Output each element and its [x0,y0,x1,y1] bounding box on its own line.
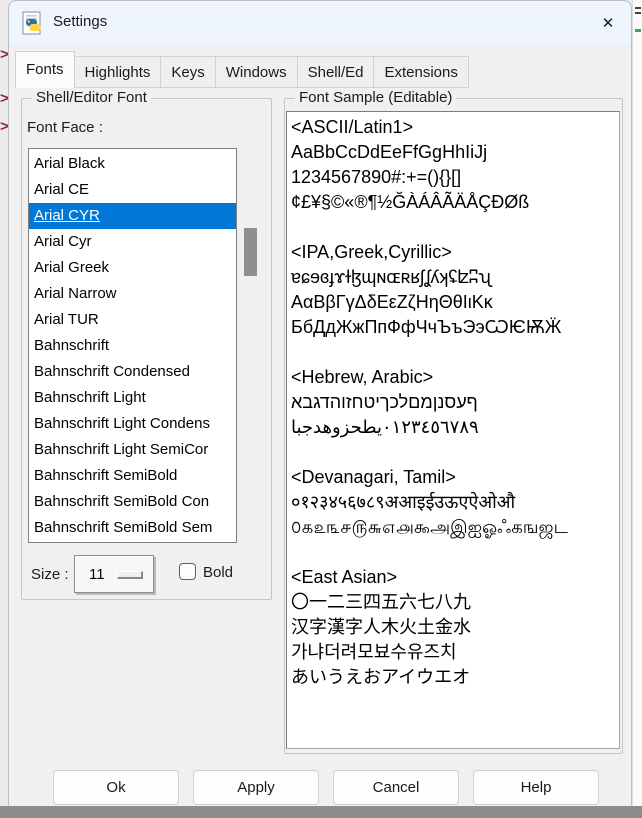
font-sample-line: אבגדהוזחטיךכלםמןנסעף [291,390,615,415]
background-right-strip [632,0,642,806]
font-sample-textbox[interactable]: <ASCII/Latin1>AaBbCcDdEeFfGgHhIiJj123456… [286,111,620,749]
background-green-mark [635,29,641,32]
font-sample-line [291,340,615,365]
python-document-icon [19,10,45,36]
font-sample-line: 汉字漢字人木火土金水 [291,615,615,640]
font-list-item[interactable]: Bahnschrift Light SemiCor [29,437,236,463]
font-list-scrollbar-thumb[interactable] [244,228,257,276]
font-list-item[interactable]: Bahnschrift Condensed [29,359,236,385]
font-sample-line: あいうえおアイウエオ [291,665,615,690]
font-list-item[interactable]: Bahnschrift Light [29,385,236,411]
window-title: Settings [53,13,107,30]
font-sample-line: 1234567890#:+=(){}[] [291,165,615,190]
font-list-item[interactable]: Arial CYR [29,203,236,229]
font-sample-line [291,440,615,465]
font-sample-line: ابجدهوزحطي٠١٢٣٤٥٦٧٨٩ [291,415,615,440]
font-sample-line: <East Asian> [291,565,615,590]
background-left-strip: >>> [0,0,8,806]
font-sample-line [291,215,615,240]
help-button[interactable]: Help [473,770,599,805]
background-bottom-strip [0,806,642,818]
font-list-item[interactable]: Bahnschrift [29,333,236,359]
dropdown-indicator-icon [117,571,143,579]
dialog-button-row: Ok Apply Cancel Help [53,770,599,805]
font-list-item[interactable]: Bahnschrift Light Condens [29,411,236,437]
settings-dialog: Settings ✕ FontsHighlightsKeysWindowsShe… [8,0,632,806]
close-button[interactable]: ✕ [591,7,625,39]
bold-checkbox[interactable] [179,563,196,580]
size-label: Size : [31,566,69,583]
font-sample-line: <Devanagari, Tamil> [291,465,615,490]
font-list-item[interactable]: Arial Narrow [29,281,236,307]
font-list-item[interactable]: Bahnschrift SemiBold [29,463,236,489]
font-list-item[interactable]: Arial TUR [29,307,236,333]
ok-button[interactable]: Ok [53,770,179,805]
font-sample-line: ௦௧௨௩௪௫௬௭௮௯அஇஐஓஃகஙஜட [291,515,615,540]
tab-highlights[interactable]: Highlights [75,56,162,88]
bold-label: Bold [203,564,233,581]
font-sample-group-title: Font Sample (Editable) [295,89,456,106]
shell-editor-font-group-title: Shell/Editor Font [32,89,151,106]
tab-extensions[interactable]: Extensions [374,56,468,88]
apply-button[interactable]: Apply [193,770,319,805]
size-value: 11 [89,566,105,583]
font-sample-line: ΑαΒβΓγΔδΕεΖζΗηΘθΙιΚκ [291,290,615,315]
tab-bar: FontsHighlightsKeysWindowsShell/EdExtens… [15,45,469,88]
tab-keys[interactable]: Keys [161,56,215,88]
titlebar: Settings ✕ [9,1,631,45]
font-sample-line: <ASCII/Latin1> [291,115,615,140]
tab-fonts[interactable]: Fonts [15,51,75,88]
font-list-item[interactable]: Arial Black [29,151,236,177]
cancel-button[interactable]: Cancel [333,770,459,805]
font-list-item[interactable]: Arial CE [29,177,236,203]
font-list-item[interactable]: Bahnschrift SemiBold Sem [29,515,236,541]
font-sample-line: 가냐더려모뵤수유즈치 [291,640,615,665]
font-sample-line: <Hebrew, Arabic> [291,365,615,390]
font-face-listbox[interactable]: Arial BlackArial CEArial CYRArial CyrAri… [28,148,237,543]
font-sample-line [291,540,615,565]
font-sample-line: 〇一二三四五六七八九 [291,590,615,615]
font-list-item[interactable]: Arial Cyr [29,229,236,255]
tab-windows[interactable]: Windows [216,56,298,88]
font-sample-line: AaBbCcDdEeFfGgHhIiJj [291,140,615,165]
font-list-item[interactable]: Arial Greek [29,255,236,281]
tab-shell-ed[interactable]: Shell/Ed [298,56,375,88]
size-dropdown[interactable]: 11 [74,555,154,593]
background-menu-icon [635,7,641,9]
font-sample-line: БбДдЖжПпФфЧчЪъЭэѠѤѬӜ [291,315,615,340]
font-list-item[interactable]: Bahnschrift SemiBold Con [29,489,236,515]
font-sample-line: ɐɕɘɞɟɤɫɮɰɴɶʀʁʃʆʎʞʢʫʭʯ [291,265,615,290]
font-sample-line: ¢£¥§©«®¶½ĞÀÁÂÃÄÅÇĐØß [291,190,615,215]
background-menu-icon [635,12,641,14]
font-sample-line: ०१२३४५६७८९अआइईउऊएऐओऔ [291,490,615,515]
font-sample-line: <IPA,Greek,Cyrillic> [291,240,615,265]
font-face-label: Font Face : [27,119,103,136]
